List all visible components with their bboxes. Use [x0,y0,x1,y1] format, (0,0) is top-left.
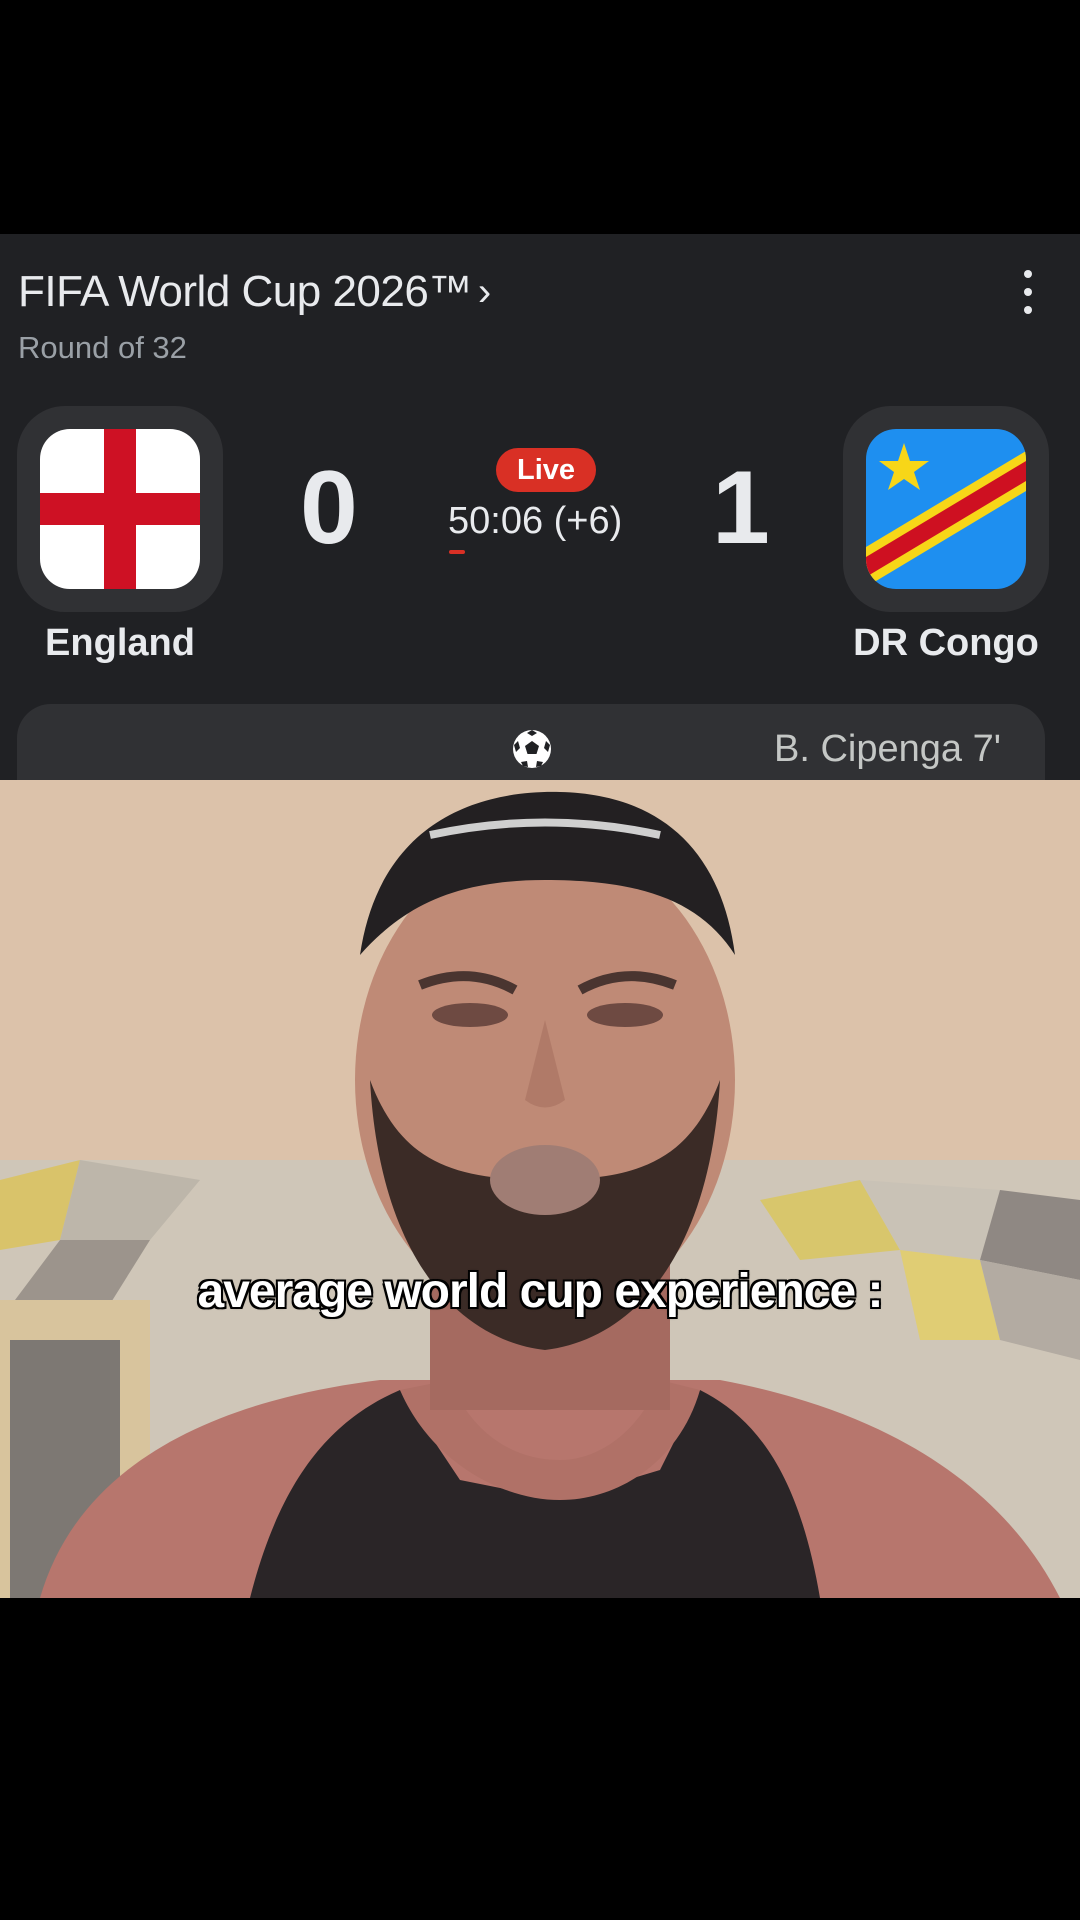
away-team-crest[interactable] [843,406,1049,612]
more-options-icon[interactable] [1020,270,1036,314]
video-caption: average world cup experience : [197,1264,885,1319]
reaction-video[interactable] [0,780,1080,1598]
dr-congo-flag-icon [866,429,1026,589]
home-team-name[interactable]: England [17,622,223,665]
video-frame: FIFA World Cup 2026™ › Round of 32 Engla… [0,0,1080,1920]
away-team-name[interactable]: DR Congo [830,622,1062,665]
competition-title: FIFA World Cup 2026™ [18,267,472,316]
crying-man-video-still [0,780,1080,1598]
home-team-crest[interactable] [17,406,223,612]
match-stage: Round of 32 [18,330,187,365]
chevron-right-icon: › [477,270,492,314]
goal-events-panel[interactable]: B. Cipenga 7' [17,704,1045,780]
competition-link[interactable]: FIFA World Cup 2026™ › [18,264,491,320]
match-clock: 50:06 (+6) [448,500,623,542]
match-score-card[interactable]: FIFA World Cup 2026™ › Round of 32 Engla… [0,234,1080,780]
live-progress-indicator [449,550,465,554]
live-badge: Live [496,448,596,492]
england-flag-icon [40,429,200,589]
away-score: 1 [712,450,770,566]
soccer-ball-icon [513,730,551,768]
goal-scorer: B. Cipenga 7' [774,728,1001,770]
home-score: 0 [300,450,358,566]
